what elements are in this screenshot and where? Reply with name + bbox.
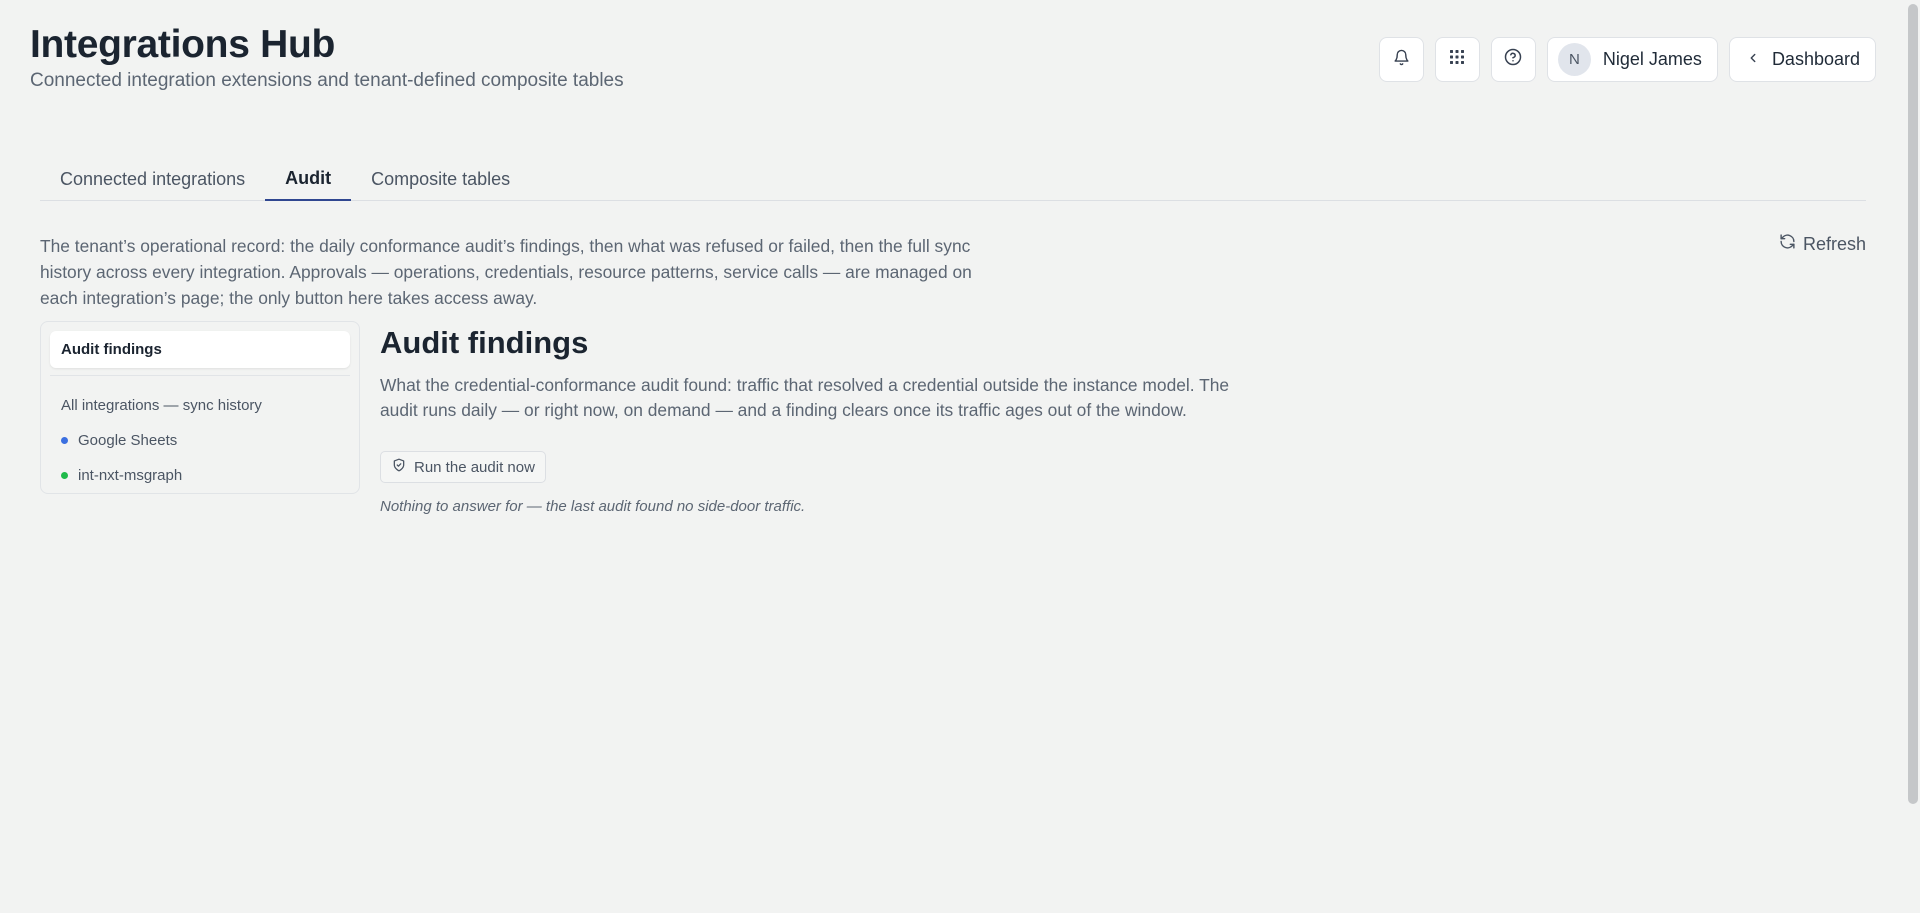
apps-grid-icon [1449,49,1465,70]
help-button[interactable] [1490,37,1536,82]
refresh-icon [1779,233,1796,255]
audit-intro: The tenant’s operational record: the dai… [40,236,972,308]
integration-name: Google Sheets [78,432,178,449]
header-actions: N Nigel James Dashboard [1378,37,1876,82]
side-item-all-integrations[interactable]: All integrations — sync history [50,388,350,423]
side-item-audit-findings[interactable]: Audit findings [50,331,350,368]
chevron-left-icon [1746,49,1760,70]
status-dot [61,472,68,479]
page-subtitle: Connected integration extensions and ten… [30,70,624,91]
run-audit-label: Run the audit now [414,458,535,476]
side-item-google-sheets[interactable]: Google Sheets [50,423,350,458]
audit-side-nav: Audit findings All integrations — sync h… [40,321,360,494]
section-title: Audit findings [380,325,589,360]
page: Integrations Hub Connected integration e… [0,0,1920,913]
run-audit-button[interactable]: Run the audit now [380,451,546,483]
back-label: Dashboard [1771,49,1860,69]
section-description: What the credential-conformance audit fo… [380,375,1230,420]
status-dot [61,437,68,444]
empty-state-note: Nothing to answer for — the last audit f… [380,498,806,515]
audit-findings-panel: Audit findings What the credential-confo… [380,325,1280,515]
refresh-button[interactable]: Refresh [1779,233,1866,255]
integration-name: int-nxt-msgraph [78,467,183,484]
user-name: Nigel James [1602,49,1702,69]
notifications-button[interactable] [1378,37,1424,82]
back-to-dashboard-button[interactable]: Dashboard [1728,37,1876,82]
header: Integrations Hub Connected integration e… [30,22,624,92]
bell-icon [1393,49,1410,71]
user-menu-button[interactable]: N Nigel James [1546,37,1718,82]
shield-check-icon [392,458,406,476]
scrollbar[interactable] [1906,0,1920,913]
refresh-label: Refresh [1802,233,1866,254]
tab-bar: Connected integrations Audit Composite t… [40,158,1866,201]
tab-audit[interactable]: Audit [265,158,352,201]
help-icon [1504,48,1522,71]
tab-composite-tables[interactable]: Composite tables [351,158,530,201]
page-title: Integrations Hub [30,23,336,66]
avatar: N [1557,43,1591,76]
tab-connected-integrations[interactable]: Connected integrations [40,158,265,201]
divider [50,375,350,376]
apps-button[interactable] [1434,37,1480,82]
scrollbar-thumb[interactable] [1908,4,1918,804]
side-item-int-nxt-msgraph[interactable]: int-nxt-msgraph [50,458,350,493]
